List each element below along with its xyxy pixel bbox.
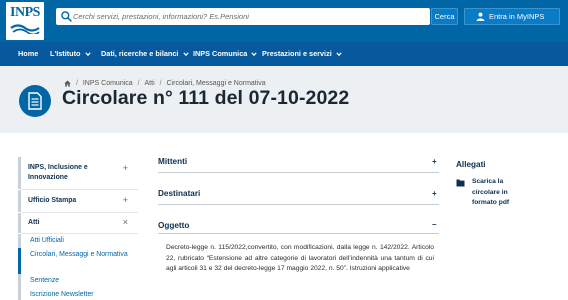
nav-item-home[interactable]: Home — [18, 42, 38, 66]
section-divider — [158, 172, 439, 173]
sidebar-subitem-label: Atti Ufficiali — [30, 237, 64, 244]
document-badge — [19, 85, 51, 117]
nav-item-label: Dati, ricerche e bilanci — [101, 49, 179, 58]
login-button-label: Entra in MyINPS — [489, 12, 545, 21]
top-header: INPS Cerca Entra in MyINPS — [0, 0, 568, 42]
section-oggetto[interactable]: Oggetto — [158, 221, 189, 230]
section-divider — [158, 204, 439, 205]
breadcrumb-separator: / — [75, 80, 78, 87]
collapse-icon[interactable]: – — [432, 220, 436, 229]
sidebar-item-label: Ufficio Stampa — [28, 197, 77, 204]
chevron-down-icon — [251, 52, 258, 57]
main-nav: Home L'Istituto Dati, ricerche e bilanci… — [0, 42, 568, 66]
allegati-title: Allegati — [456, 160, 486, 169]
breadcrumb-separator: / — [137, 80, 140, 87]
section-mittenti[interactable]: Mittenti — [158, 157, 187, 166]
chevron-down-icon — [182, 52, 189, 57]
login-button[interactable]: Entra in MyINPS — [464, 8, 560, 25]
nav-item-comunica[interactable]: INPS Comunica — [193, 42, 258, 66]
sidebar-item-label: Atti — [28, 219, 40, 226]
nav-item-label: Prestazioni e servizi — [262, 49, 332, 58]
search-button[interactable]: Cerca — [431, 8, 458, 25]
sidebar-item-atti[interactable]: Atti × — [18, 213, 138, 233]
nav-item-istituto[interactable]: L'Istituto — [50, 42, 91, 66]
sidebar-subitem-label: Circolari, Messaggi e Normativa — [30, 251, 128, 258]
document-icon — [28, 92, 42, 110]
sidebar-item-label: INPS, Inclusione e Innovazione — [28, 164, 88, 181]
search-icon — [61, 11, 72, 22]
chevron-down-icon — [84, 52, 91, 57]
sidebar-item-inps-inclusione[interactable]: INPS, Inclusione e Innovazione + — [18, 157, 138, 189]
download-pdf-link[interactable]: Scarica la circolare in formato pdf — [472, 177, 532, 209]
expand-icon[interactable]: + — [123, 195, 128, 205]
sidebar-item-ufficio-stampa[interactable]: Ufficio Stampa + — [18, 190, 138, 212]
breadcrumb-separator: / — [159, 80, 162, 87]
nav-item-label: Home — [18, 49, 39, 58]
collapse-icon[interactable]: × — [123, 217, 128, 227]
sidebar-subitem-atti-ufficiali[interactable]: Atti Ufficiali — [18, 234, 138, 248]
nav-item-prestazioni[interactable]: Prestazioni e servizi — [262, 42, 342, 66]
nav-item-label: INPS Comunica — [193, 49, 248, 58]
sidebar-subitem-newsletter[interactable]: Iscrizione Newsletter — [18, 288, 138, 300]
user-icon — [476, 12, 485, 21]
download-icon[interactable] — [456, 179, 465, 187]
expand-icon[interactable]: + — [432, 189, 437, 198]
sidebar: INPS, Inclusione e Innovazione + Ufficio… — [18, 157, 138, 300]
expand-icon[interactable]: + — [123, 163, 128, 173]
sidebar-subitem-label: Sentenze — [30, 277, 60, 284]
search-box — [56, 8, 430, 25]
expand-icon[interactable]: + — [432, 157, 437, 166]
section-destinatari[interactable]: Destinatari — [158, 189, 200, 198]
nav-item-dati[interactable]: Dati, ricerche e bilanci — [101, 42, 189, 66]
oggetto-text: Decreto-legge n. 115/2022,convertito, co… — [166, 244, 434, 273]
nav-item-label: L'Istituto — [50, 49, 81, 58]
sidebar-subitem-circolari[interactable]: Circolari, Messaggi e Normativa — [18, 248, 138, 274]
logo-text: INPS — [10, 5, 40, 20]
page-title: Circolare n° 111 del 07-10-2022 — [62, 87, 350, 109]
sidebar-subitem-sentenze[interactable]: Sentenze — [18, 274, 138, 288]
section-divider — [158, 233, 439, 234]
inps-logo[interactable]: INPS — [6, 2, 44, 40]
sidebar-subitem-label: Iscrizione Newsletter — [30, 291, 94, 298]
home-icon[interactable] — [64, 80, 71, 87]
breadcrumb-item[interactable]: Circolari, Messaggi e Normativa — [167, 80, 266, 87]
breadcrumb-item[interactable]: INPS Comunica — [83, 80, 133, 87]
logo-wave-icon — [10, 24, 40, 34]
search-input[interactable] — [73, 8, 425, 25]
chevron-down-icon — [336, 52, 342, 57]
breadcrumb-item[interactable]: Atti — [145, 80, 155, 87]
